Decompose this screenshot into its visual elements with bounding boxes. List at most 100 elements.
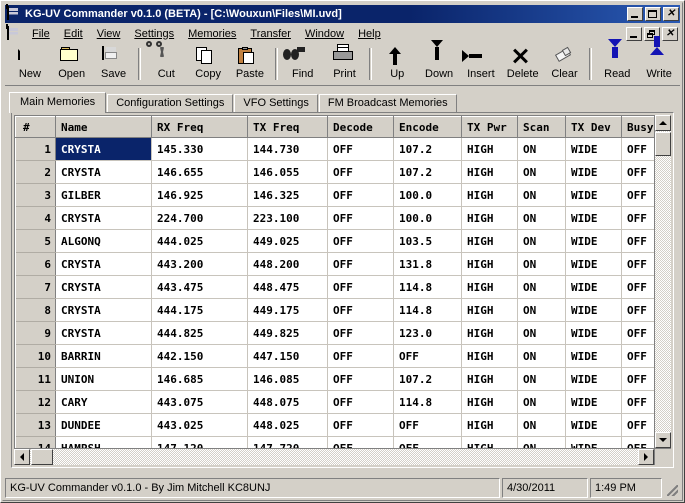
cell-decode[interactable]: OFF: [327, 229, 394, 253]
cell-scan[interactable]: ON: [517, 390, 566, 414]
cell-encode[interactable]: 100.0: [393, 183, 462, 207]
cell-encode[interactable]: 114.8: [393, 390, 462, 414]
toolbar-button-print[interactable]: Print: [324, 44, 366, 84]
cell-tx-freq[interactable]: 146.325: [247, 183, 328, 207]
table-row[interactable]: 10 BARRIN 442.150 447.150 OFF OFF HIGH ON WIDE OF…: [15, 344, 670, 368]
cell-encode[interactable]: 123.0: [393, 321, 462, 345]
cell-decode[interactable]: OFF: [327, 344, 394, 368]
cell-name[interactable]: DUNDEE: [55, 413, 152, 437]
cell-tx-pwr[interactable]: HIGH: [461, 321, 518, 345]
cell-tx-dev[interactable]: WIDE: [565, 321, 622, 345]
toolbar-button-cut[interactable]: Cut: [145, 41, 187, 84]
horizontal-scrollbar[interactable]: [14, 448, 654, 465]
column-header-index[interactable]: #: [15, 116, 56, 138]
cell-rx-freq[interactable]: 444.025: [151, 229, 248, 253]
table-row[interactable]: 7 CRYSTA 443.475 448.475 OFF 114.8 HIGH ON WIDE O…: [15, 275, 670, 299]
cell-tx-freq[interactable]: 448.075: [247, 390, 328, 414]
column-header-tx-pwr[interactable]: TX Pwr: [461, 116, 518, 138]
cell-scan[interactable]: ON: [517, 252, 566, 276]
cell-tx-dev[interactable]: WIDE: [565, 298, 622, 322]
cell-scan[interactable]: ON: [517, 344, 566, 368]
cell-tx-pwr[interactable]: HIGH: [461, 344, 518, 368]
cell-tx-dev[interactable]: WIDE: [565, 275, 622, 299]
cell-index[interactable]: 6: [15, 252, 56, 276]
cell-encode[interactable]: OFF: [393, 344, 462, 368]
toolbar-button-copy[interactable]: Copy: [187, 44, 229, 84]
cell-rx-freq[interactable]: 443.075: [151, 390, 248, 414]
column-header-tx-dev[interactable]: TX Dev: [565, 116, 622, 138]
cell-index[interactable]: 9: [15, 321, 56, 345]
tab-main-memories[interactable]: Main Memories: [9, 92, 107, 113]
vertical-scrollbar[interactable]: [654, 115, 671, 448]
cell-tx-pwr[interactable]: HIGH: [461, 275, 518, 299]
system-menu-icon[interactable]: [6, 23, 21, 41]
cell-name[interactable]: CRYSTA: [55, 275, 152, 299]
cell-index[interactable]: 5: [15, 229, 56, 253]
cell-rx-freq[interactable]: 444.175: [151, 298, 248, 322]
tab-vfo-settings[interactable]: VFO Settings: [234, 94, 318, 113]
cell-name[interactable]: ALGONQ: [55, 229, 152, 253]
cell-scan[interactable]: ON: [517, 206, 566, 230]
horizontal-scroll-thumb[interactable]: [31, 449, 53, 465]
cell-tx-freq[interactable]: 223.100: [247, 206, 328, 230]
table-row[interactable]: 5 ALGONQ 444.025 449.025 OFF 103.5 HIGH ON WIDE O…: [15, 229, 670, 253]
cell-encode[interactable]: 107.2: [393, 137, 462, 161]
column-header-decode[interactable]: Decode: [327, 116, 394, 138]
toolbar-button-clear[interactable]: Clear: [544, 44, 586, 84]
cell-encode[interactable]: 103.5: [393, 229, 462, 253]
menu-item-window[interactable]: Window: [298, 26, 351, 42]
cell-index[interactable]: 10: [15, 344, 56, 368]
mdi-minimize-button[interactable]: [626, 26, 642, 41]
cell-scan[interactable]: ON: [517, 413, 566, 437]
cell-tx-dev[interactable]: WIDE: [565, 252, 622, 276]
scroll-right-button[interactable]: [638, 449, 654, 465]
cell-tx-freq[interactable]: 146.085: [247, 367, 328, 391]
cell-name[interactable]: CARY: [55, 390, 152, 414]
cell-name[interactable]: CRYSTA: [55, 206, 152, 230]
cell-decode[interactable]: OFF: [327, 206, 394, 230]
menu-item-file[interactable]: File: [25, 26, 57, 42]
cell-scan[interactable]: ON: [517, 275, 566, 299]
cell-scan[interactable]: ON: [517, 160, 566, 184]
cell-name[interactable]: CRYSTA: [55, 321, 152, 345]
cell-index[interactable]: 7: [15, 275, 56, 299]
cell-name[interactable]: CRYSTA: [55, 137, 152, 161]
table-row[interactable]: 6 CRYSTA 443.200 448.200 OFF 131.8 HIGH ON WIDE O…: [15, 252, 670, 276]
cell-index[interactable]: 2: [15, 160, 56, 184]
cell-index[interactable]: 12: [15, 390, 56, 414]
cell-encode[interactable]: 114.8: [393, 298, 462, 322]
toolbar-button-find[interactable]: Find: [282, 44, 324, 84]
cell-tx-dev[interactable]: WIDE: [565, 367, 622, 391]
cell-name[interactable]: BARRIN: [55, 344, 152, 368]
cell-rx-freq[interactable]: 442.150: [151, 344, 248, 368]
cell-tx-pwr[interactable]: HIGH: [461, 298, 518, 322]
table-row[interactable]: 12 CARY 443.075 448.075 OFF 114.8 HIGH ON WIDE OF…: [15, 390, 670, 414]
cell-index[interactable]: 13: [15, 413, 56, 437]
cell-tx-pwr[interactable]: HIGH: [461, 206, 518, 230]
cell-tx-pwr[interactable]: HIGH: [461, 229, 518, 253]
table-row[interactable]: 2 CRYSTA 146.655 146.055 OFF 107.2 HIGH ON WIDE O…: [15, 160, 670, 184]
table-row[interactable]: 4 CRYSTA 224.700 223.100 OFF 100.0 HIGH ON WIDE O…: [15, 206, 670, 230]
table-row[interactable]: 3 GILBER 146.925 146.325 OFF 100.0 HIGH ON WIDE O…: [15, 183, 670, 207]
cell-tx-freq[interactable]: 144.730: [247, 137, 328, 161]
cell-name[interactable]: CRYSTA: [55, 298, 152, 322]
cell-decode[interactable]: OFF: [327, 137, 394, 161]
toolbar-button-down[interactable]: Down: [418, 40, 460, 84]
cell-tx-pwr[interactable]: HIGH: [461, 367, 518, 391]
cell-tx-freq[interactable]: 447.150: [247, 344, 328, 368]
maximize-button[interactable]: [645, 7, 661, 21]
cell-tx-pwr[interactable]: HIGH: [461, 413, 518, 437]
cell-rx-freq[interactable]: 146.925: [151, 183, 248, 207]
resize-grip[interactable]: [664, 478, 680, 498]
cell-tx-dev[interactable]: WIDE: [565, 390, 622, 414]
cell-tx-freq[interactable]: 449.825: [247, 321, 328, 345]
menu-item-settings[interactable]: Settings: [127, 26, 181, 42]
cell-decode[interactable]: OFF: [327, 298, 394, 322]
toolbar-button-save[interactable]: Save: [93, 44, 135, 84]
tab-fm-broadcast-memories[interactable]: FM Broadcast Memories: [318, 94, 457, 113]
cell-tx-pwr[interactable]: HIGH: [461, 160, 518, 184]
menu-item-view[interactable]: View: [90, 26, 128, 42]
cell-scan[interactable]: ON: [517, 298, 566, 322]
cell-tx-freq[interactable]: 448.025: [247, 413, 328, 437]
tab-configuration-settings[interactable]: Configuration Settings: [107, 94, 234, 113]
